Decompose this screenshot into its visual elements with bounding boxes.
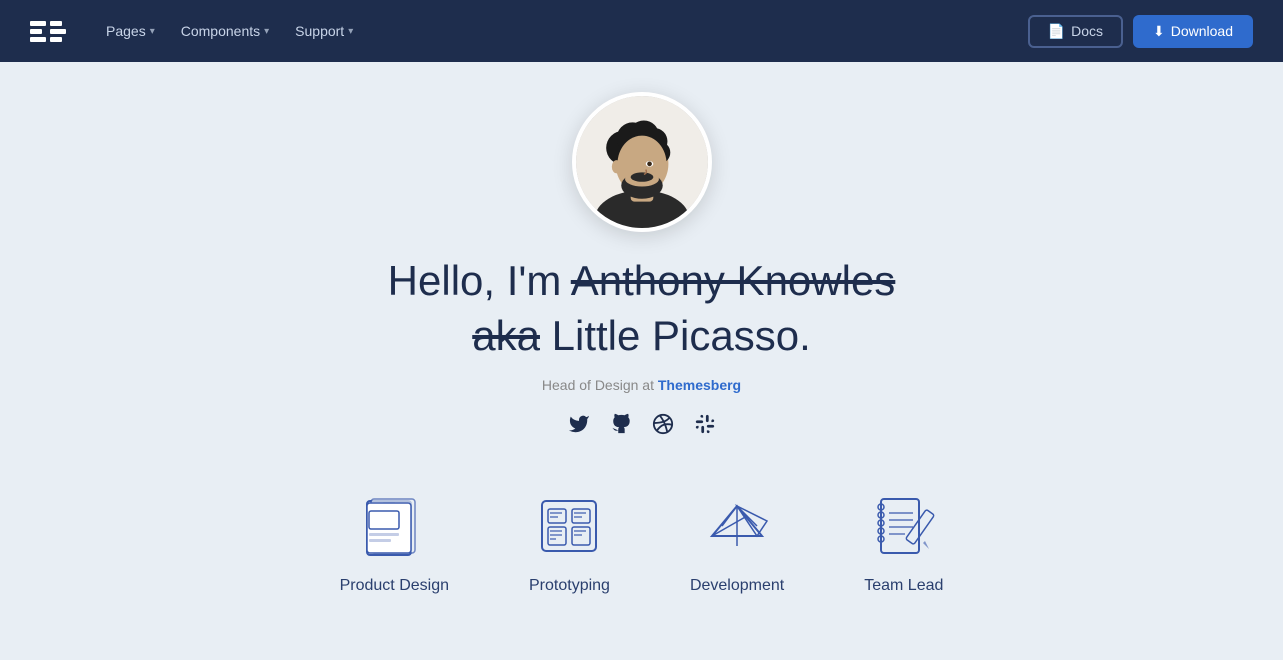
- nav-components[interactable]: Components ▾: [171, 17, 279, 45]
- skill-product-design: Product Design: [340, 491, 449, 595]
- chevron-down-icon: ▾: [348, 26, 353, 37]
- skill-development: Development: [690, 491, 784, 595]
- github-icon[interactable]: [610, 413, 632, 441]
- logo[interactable]: [30, 21, 66, 42]
- skill-product-design-label: Product Design: [340, 577, 449, 595]
- skill-team-lead: Team Lead: [864, 491, 943, 595]
- chevron-down-icon: ▾: [150, 26, 155, 37]
- chevron-down-icon: ▾: [264, 26, 269, 37]
- nav-support[interactable]: Support ▾: [285, 17, 363, 45]
- hero-name: Anthony Knowles: [571, 257, 896, 304]
- skill-prototyping-label: Prototyping: [529, 577, 610, 595]
- docs-button[interactable]: 📄 Docs: [1028, 15, 1123, 48]
- skills-section: Product Design Prototyping: [0, 491, 1283, 625]
- social-links: [568, 413, 716, 441]
- navbar: Pages ▾ Components ▾ Support ▾ 📄 Docs ⬇ …: [0, 0, 1283, 62]
- avatar: [572, 92, 712, 232]
- brand-name: Themesberg: [658, 377, 741, 393]
- skill-prototyping: Prototyping: [529, 491, 610, 595]
- hero-aka: aka: [472, 312, 540, 359]
- skill-development-label: Development: [690, 577, 784, 595]
- download-button[interactable]: ⬇ Download: [1133, 15, 1253, 48]
- hero-nickname: Little Picasso.: [552, 312, 811, 359]
- hero-section: Hello, I'm Anthony Knowles aka Little Pi…: [0, 62, 1283, 441]
- skill-team-lead-label: Team Lead: [864, 577, 943, 595]
- twitter-icon[interactable]: [568, 413, 590, 441]
- hero-subtitle: Head of Design at Themesberg: [542, 377, 741, 393]
- hero-title: Hello, I'm Anthony Knowles aka Little Pi…: [388, 254, 896, 363]
- slack-icon[interactable]: [694, 413, 716, 441]
- nav-pages[interactable]: Pages ▾: [96, 17, 165, 45]
- download-icon: ⬇: [1153, 23, 1165, 40]
- dribbble-icon[interactable]: [652, 413, 674, 441]
- docs-icon: 📄: [1048, 23, 1065, 40]
